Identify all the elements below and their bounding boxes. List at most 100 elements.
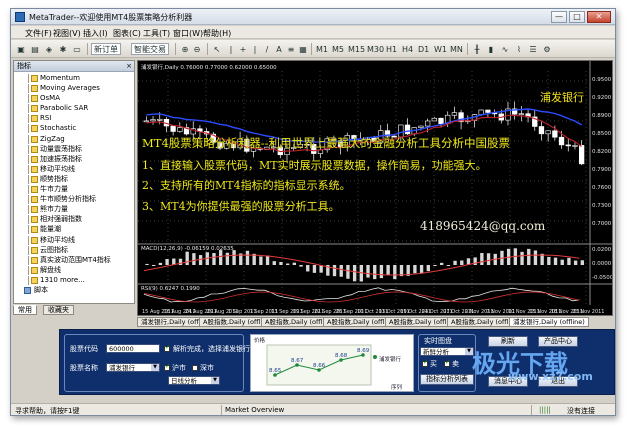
macd-bar bbox=[306, 265, 310, 272]
period-h4[interactable]: H4 bbox=[401, 43, 414, 55]
tool-fibo[interactable]: ▦ bbox=[297, 43, 309, 55]
cursor-icon[interactable]: ↖ bbox=[211, 43, 223, 55]
period-d1[interactable]: D1 bbox=[417, 43, 430, 55]
indicator-item[interactable]: Momentum bbox=[14, 73, 134, 83]
indicator-item[interactable]: 相对强弱指数 bbox=[14, 214, 134, 225]
indicator-item[interactable]: 牛市力量 bbox=[14, 184, 134, 195]
settings-icon[interactable]: ⚙ bbox=[541, 43, 553, 55]
period-m5[interactable]: M5 bbox=[331, 43, 345, 55]
macd-bar bbox=[292, 262, 297, 265]
terminal-icon[interactable]: ▭ bbox=[71, 43, 83, 55]
macd-bar bbox=[527, 248, 531, 265]
candle-body bbox=[565, 144, 571, 147]
new-order-button[interactable]: 新订单 bbox=[91, 43, 121, 55]
tool-crosshair[interactable]: + bbox=[237, 43, 249, 55]
templates-icon[interactable]: ☰ bbox=[527, 43, 539, 55]
indicator-item[interactable]: 加速振荡指标 bbox=[14, 154, 134, 164]
macd-bar bbox=[460, 260, 464, 265]
realtime-select[interactable]: 新鲜分析 ▼ bbox=[420, 347, 474, 356]
tool-trendline[interactable]: / bbox=[261, 43, 273, 55]
indicator-item[interactable]: 移动平均线 bbox=[14, 235, 134, 245]
indicator-icon bbox=[31, 276, 38, 284]
period-m30[interactable]: M30 bbox=[366, 43, 385, 55]
market-watch-icon[interactable]: ◈ bbox=[43, 43, 55, 55]
period-m1[interactable]: M1 bbox=[315, 43, 329, 55]
menu-tools[interactable]: 工具(T) bbox=[143, 28, 170, 39]
macd-bar bbox=[245, 250, 250, 265]
indicator-list-button[interactable]: 指标分析列表 bbox=[420, 374, 474, 385]
tool-text[interactable]: A bbox=[273, 43, 285, 55]
zoom-out-icon[interactable]: ⊖ bbox=[191, 43, 203, 55]
indicator-item[interactable]: 动量震荡指标 bbox=[14, 144, 134, 154]
close-button[interactable]: ✕ bbox=[587, 11, 611, 23]
menu-help[interactable]: 帮助(H) bbox=[203, 28, 231, 39]
indicator-item[interactable]: 解盘线 bbox=[14, 265, 134, 275]
macd-bar bbox=[446, 265, 451, 266]
price-axis-label: 0.7000 bbox=[592, 221, 612, 227]
menu-file[interactable]: 文件(F) bbox=[25, 28, 52, 39]
bar-chart-icon[interactable]: ╫ bbox=[471, 43, 483, 55]
zoom-in-icon[interactable]: ⊕ bbox=[179, 43, 191, 55]
indicator-item[interactable]: Stochastic bbox=[14, 123, 134, 134]
tool-vline[interactable]: | bbox=[225, 43, 237, 55]
period-w1[interactable]: W1 bbox=[433, 43, 448, 55]
profiles-icon[interactable]: ▤ bbox=[29, 43, 41, 55]
maximize-button[interactable]: □ bbox=[569, 11, 585, 23]
scripts-folder[interactable]: 脚本 bbox=[14, 285, 134, 295]
indicator-item[interactable]: ZigZag bbox=[14, 134, 134, 144]
period-select[interactable]: 日线分析 ▼ bbox=[168, 376, 220, 385]
tool-channel[interactable]: ≡ bbox=[285, 43, 297, 55]
price-axis-label: 0.8500 bbox=[592, 131, 612, 137]
price-chart[interactable]: 0.9500 0.9200 0.8900 0.8500 0.8200 0.7900 0.76… bbox=[137, 60, 613, 316]
macd-bar bbox=[272, 261, 276, 265]
navigator-icon[interactable]: ✱ bbox=[57, 43, 69, 55]
menu-view[interactable]: 视图(V) bbox=[53, 28, 81, 39]
market-sz-checkbox[interactable] bbox=[192, 365, 198, 371]
buy-checkbox[interactable] bbox=[422, 359, 428, 367]
tool-hline[interactable]: | bbox=[249, 43, 261, 55]
chart-tab-active[interactable]: 浦发银行,Daily (offline) bbox=[509, 317, 589, 327]
indicator-item[interactable]: 能量潮 bbox=[14, 224, 134, 235]
auto-trade-button[interactable]: 智能交易 bbox=[131, 43, 169, 55]
candle-body bbox=[538, 126, 545, 135]
indicator-item[interactable]: 牛市顺势分析指标 bbox=[14, 194, 134, 205]
title-bar[interactable]: MetaTrader--欢迎使用MT4股票策略分析利器 — □ ✕ bbox=[11, 9, 615, 25]
minimize-button[interactable]: — bbox=[551, 11, 567, 23]
indicator-item[interactable]: RSI bbox=[14, 113, 134, 124]
tab-favorites[interactable]: 收藏夹 bbox=[43, 305, 74, 315]
name-select[interactable]: 浦发银行 ▼ bbox=[106, 363, 160, 372]
close-icon[interactable]: × bbox=[126, 61, 132, 71]
indicator-item[interactable]: 熊市力量 bbox=[14, 204, 134, 215]
indicator-item[interactable]: Parabolic SAR bbox=[14, 103, 134, 114]
period-mn[interactable]: MN bbox=[449, 43, 464, 55]
indicator-item[interactable]: 顺势指标 bbox=[14, 174, 134, 184]
line-chart-icon[interactable]: ∿ bbox=[499, 43, 511, 55]
macd-bar bbox=[433, 265, 437, 266]
indicator-item[interactable]: 真实波动范围MT4指标 bbox=[14, 255, 134, 265]
period-m15[interactable]: M15 bbox=[347, 43, 366, 55]
menu-bar: 文件(F) 视图(V) 插入(I) 图表(C) 工具(T) 窗口(W) 帮助(H… bbox=[11, 26, 615, 39]
macd-bar bbox=[419, 265, 424, 274]
indicator-item[interactable]: 云图指标 bbox=[14, 245, 134, 255]
navigator-title: 指标 bbox=[17, 62, 31, 70]
indicators-icon[interactable]: ⌇ bbox=[513, 43, 525, 55]
indicator-item[interactable]: OsMA bbox=[14, 93, 134, 104]
parse-checkbox[interactable] bbox=[164, 344, 170, 352]
indicator-item[interactable]: 移动平均线 bbox=[14, 164, 134, 174]
sell-checkbox[interactable] bbox=[444, 359, 450, 367]
indicator-item[interactable]: Moving Averages bbox=[14, 83, 134, 94]
menu-chart[interactable]: 图表(C) bbox=[113, 28, 141, 39]
indicator-icon bbox=[31, 175, 38, 183]
market-sh-checkbox[interactable] bbox=[164, 363, 170, 371]
code-input[interactable]: 600000 bbox=[106, 344, 160, 353]
macd-bar bbox=[553, 257, 558, 265]
indicator-item[interactable]: 1310 more... bbox=[14, 275, 134, 285]
macd-bar bbox=[198, 255, 203, 265]
tab-common[interactable]: 常用 bbox=[13, 305, 37, 315]
menu-insert[interactable]: 插入(I) bbox=[83, 28, 108, 39]
new-chart-icon[interactable]: ▣ bbox=[15, 43, 27, 55]
period-h1[interactable]: H1 bbox=[385, 43, 398, 55]
menu-window[interactable]: 窗口(W) bbox=[173, 28, 203, 39]
candle-chart-icon[interactable]: ▮ bbox=[485, 43, 497, 55]
rsi-label: RSI(9) 0.6247 0.1990 bbox=[141, 286, 200, 292]
